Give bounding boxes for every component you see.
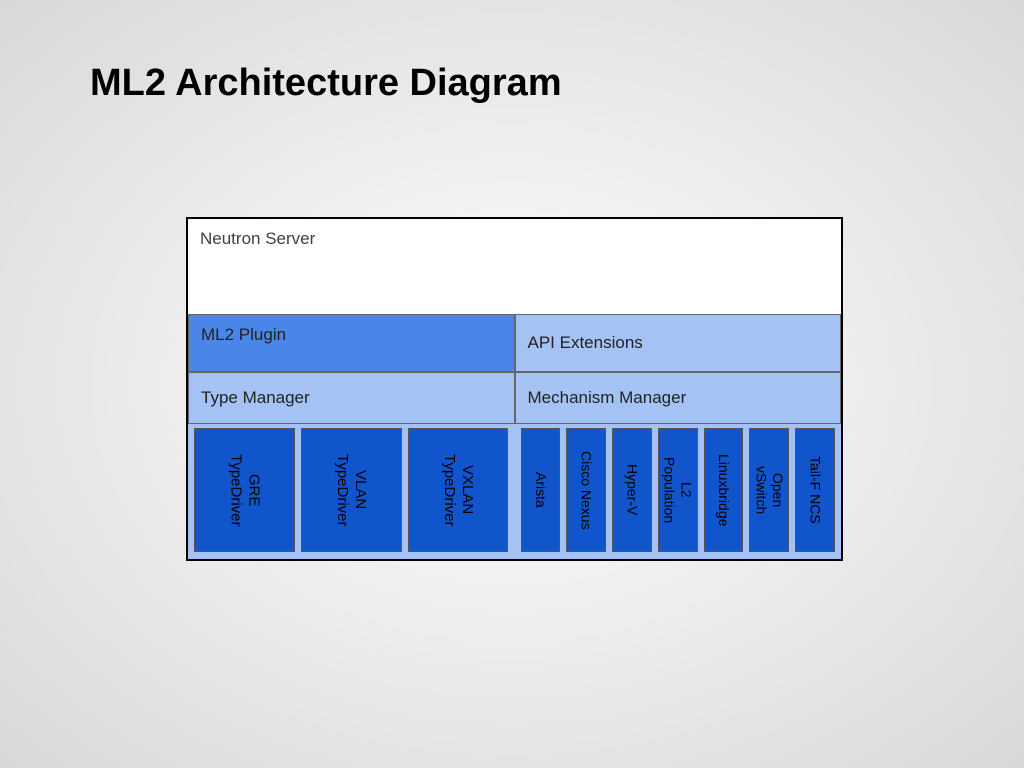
architecture-diagram: Neutron Server ML2 Plugin API Extensions… bbox=[186, 217, 843, 561]
type-drivers-group: GRE TypeDriver VLAN TypeDriver VXLAN Typ… bbox=[188, 424, 515, 559]
driver-label: Linuxbridge bbox=[715, 454, 732, 526]
type-driver-vlan: VLAN TypeDriver bbox=[301, 428, 402, 552]
mech-driver-cisco-nexus: Cisco Nexus bbox=[566, 428, 606, 552]
driver-label: Tail-F NCS bbox=[807, 456, 824, 524]
page-title: ML2 Architecture Diagram bbox=[90, 62, 562, 105]
driver-label: VXLAN TypeDriver bbox=[440, 454, 476, 527]
mechanism-drivers-group: Arista Cisco Nexus Hyper-V L2 Population… bbox=[515, 424, 842, 559]
driver-label: Hyper-V bbox=[624, 464, 641, 515]
type-driver-vxlan: VXLAN TypeDriver bbox=[408, 428, 509, 552]
mech-driver-l2-population: L2 Population bbox=[658, 428, 698, 552]
mechanism-manager-box: Mechanism Manager bbox=[515, 372, 842, 424]
drivers-row: GRE TypeDriver VLAN TypeDriver VXLAN Typ… bbox=[188, 424, 841, 559]
mech-driver-tail-f-ncs: Tail-F NCS bbox=[795, 428, 835, 552]
manager-row: Type Manager Mechanism Manager bbox=[188, 372, 841, 424]
driver-label: Cisco Nexus bbox=[578, 451, 595, 530]
driver-label: L2 Population bbox=[661, 457, 695, 523]
type-driver-gre: GRE TypeDriver bbox=[194, 428, 295, 552]
driver-label: VLAN TypeDriver bbox=[333, 454, 369, 527]
ml2-plugin-box: ML2 Plugin bbox=[188, 314, 515, 372]
mech-driver-linuxbridge: Linuxbridge bbox=[704, 428, 744, 552]
driver-label: Open vSwitch bbox=[753, 466, 787, 514]
mech-driver-hyper-v: Hyper-V bbox=[612, 428, 652, 552]
plugin-row: ML2 Plugin API Extensions bbox=[188, 314, 841, 372]
neutron-server-box: Neutron Server bbox=[188, 219, 841, 314]
api-extensions-box: API Extensions bbox=[515, 314, 842, 372]
type-manager-box: Type Manager bbox=[188, 372, 515, 424]
driver-label: GRE TypeDriver bbox=[226, 454, 262, 527]
mech-driver-arista: Arista bbox=[521, 428, 561, 552]
mech-driver-open-vswitch: Open vSwitch bbox=[749, 428, 789, 552]
driver-label: Arista bbox=[532, 472, 549, 508]
